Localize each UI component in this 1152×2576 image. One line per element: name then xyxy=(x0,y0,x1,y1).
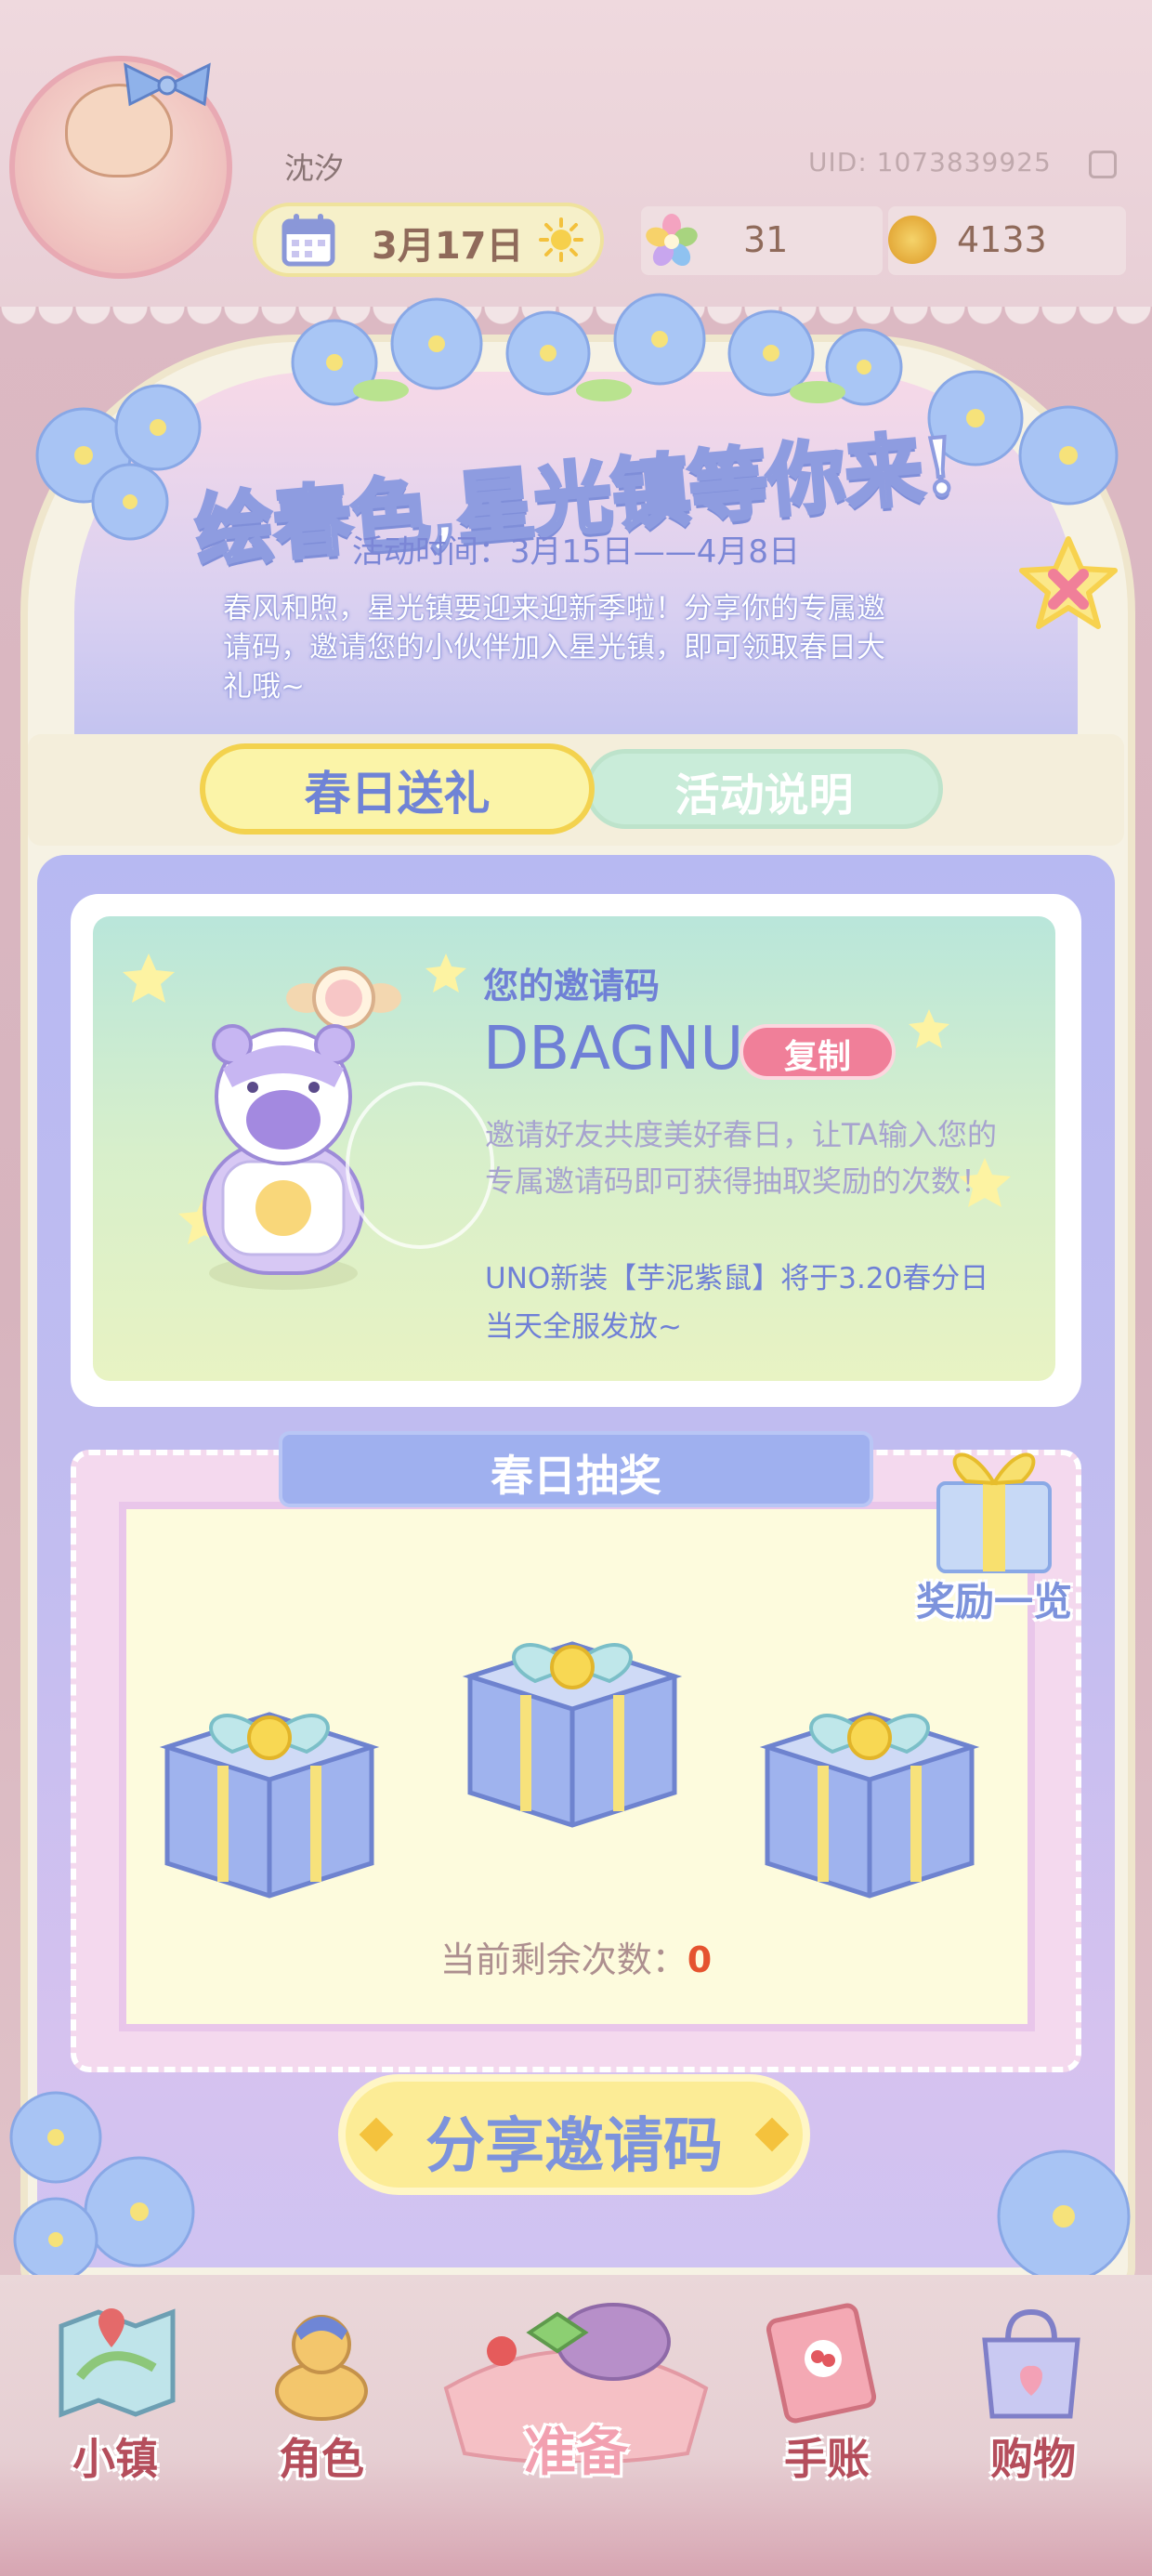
share-invite-code-label: 分享邀请码 xyxy=(425,2112,723,2181)
nav-prepare-label[interactable]: 准备 xyxy=(483,2411,669,2486)
remaining-draws: 当前剩余次数：0 xyxy=(279,1931,873,1982)
event-intro: 春风和煦，星光镇要迎来迎新季啦！分享你的专属邀请码，邀请您的小伙伴加入星光镇，即… xyxy=(223,592,885,703)
invite-code: DBAGNU xyxy=(483,1015,744,1084)
reward-list-button[interactable]: 奖励一览 xyxy=(892,1571,1096,1627)
gift-box-icon[interactable] xyxy=(901,1437,1087,1576)
event-time: 活动时间：3月15日——4月8日 xyxy=(351,533,801,571)
bow-icon xyxy=(124,62,211,107)
copy-uid-icon[interactable] xyxy=(1089,151,1117,178)
flower-currency-icon xyxy=(646,214,698,267)
blue-flowers-decoration-bottom-left xyxy=(9,2091,195,2282)
nav-shopping-label[interactable]: 购物 xyxy=(940,2425,1126,2487)
calendar-icon xyxy=(281,214,335,267)
player-name: 沈汐 xyxy=(284,151,345,186)
nav-character-label[interactable]: 角色 xyxy=(229,2425,414,2487)
uid-text: UID: 1073839925 xyxy=(808,147,1052,177)
uno-costume-note: UNO新装【芋泥紫鼠】将于3.20春分日当天全服发放~ xyxy=(485,1262,989,1344)
remaining-label: 当前剩余次数： xyxy=(439,1939,687,1980)
lottery-gift-box-1[interactable] xyxy=(149,1663,390,1905)
lottery-gift-box-2[interactable] xyxy=(452,1593,693,1834)
copy-code-label: 复制 xyxy=(783,1038,851,1076)
tab-event-info-label: 活动说明 xyxy=(674,769,854,821)
flower-count: 31 xyxy=(743,219,789,260)
nav-journal-label[interactable]: 手账 xyxy=(734,2425,920,2487)
coin-icon xyxy=(888,216,936,264)
character-icon[interactable] xyxy=(256,2303,386,2424)
close-icon[interactable] xyxy=(1013,533,1124,645)
shopping-bag-icon[interactable] xyxy=(966,2303,1096,2424)
lottery-title: 春日抽奖 xyxy=(491,1451,661,1501)
date-text: 3月17日 xyxy=(372,225,524,268)
invite-description: 邀请好友共度美好春日，让TA输入您的专属邀请码即可获得抽取奖励的次数！ xyxy=(485,1117,997,1199)
touch-cursor-ring xyxy=(346,1082,494,1249)
remaining-count: 0 xyxy=(687,1939,713,1980)
blue-flowers-garland xyxy=(291,293,903,406)
blue-flowers-decoration-bottom-right xyxy=(997,2149,1131,2283)
map-icon[interactable] xyxy=(52,2303,182,2424)
lottery-gift-box-3[interactable] xyxy=(749,1663,990,1905)
nav-town-label[interactable]: 小镇 xyxy=(22,2425,208,2487)
invite-code-label: 您的邀请码 xyxy=(483,966,661,1006)
coin-count: 4133 xyxy=(957,219,1047,260)
sun-icon xyxy=(539,217,583,262)
tab-spring-gift-label: 春日送礼 xyxy=(304,767,491,821)
journal-icon[interactable] xyxy=(758,2303,888,2424)
